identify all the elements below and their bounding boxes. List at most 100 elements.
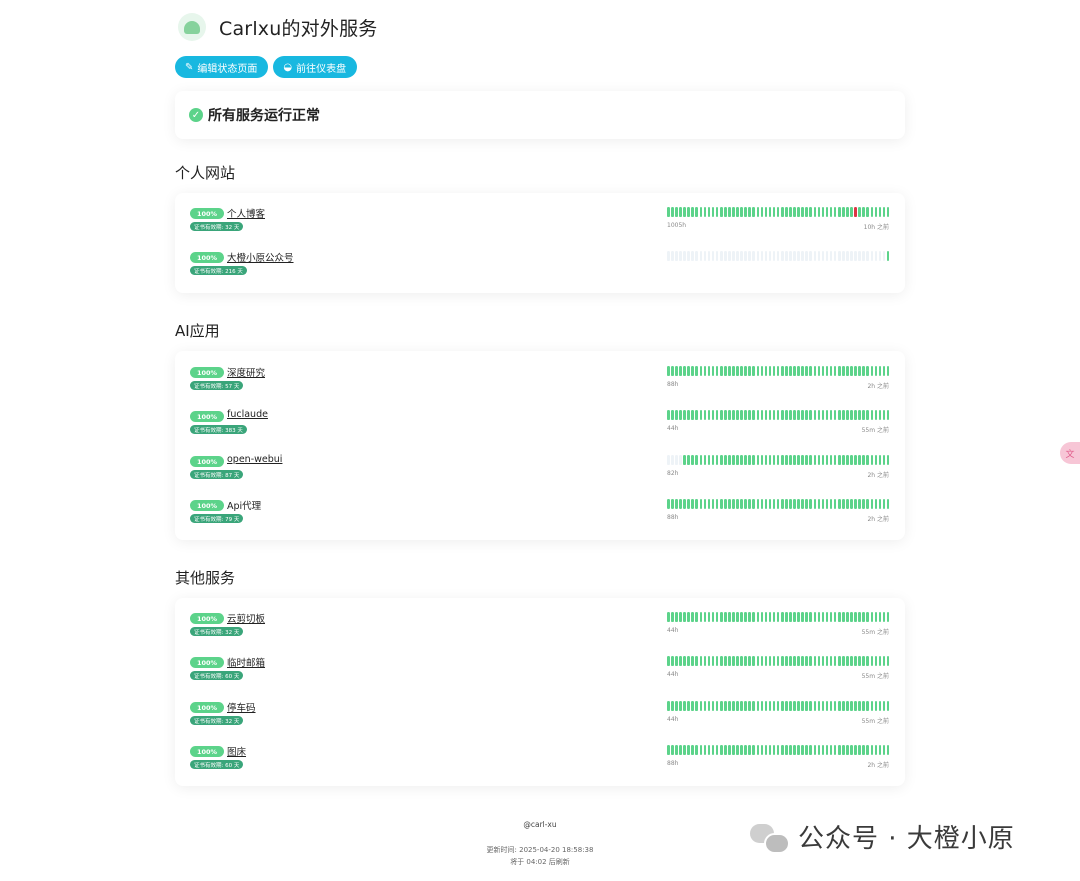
heartbeat-beat[interactable]: [707, 207, 711, 217]
heartbeat-beat[interactable]: [744, 745, 747, 755]
heartbeat-beat[interactable]: [829, 455, 833, 465]
heartbeat-beat[interactable]: [691, 251, 694, 261]
heartbeat-beat[interactable]: [821, 656, 825, 666]
heartbeat-beat[interactable]: [768, 207, 772, 217]
heartbeat-beat[interactable]: [671, 612, 674, 622]
heartbeat-beat[interactable]: [687, 656, 690, 666]
heartbeat-beat[interactable]: [699, 612, 703, 622]
heartbeat-beat[interactable]: [723, 656, 727, 666]
heartbeat-beat[interactable]: [715, 656, 719, 666]
heartbeat-beat[interactable]: [829, 251, 833, 261]
heartbeat-beat[interactable]: [797, 207, 800, 217]
heartbeat-beat[interactable]: [797, 612, 800, 622]
heartbeat-beat[interactable]: [882, 499, 886, 509]
heartbeat-beat[interactable]: [850, 366, 853, 376]
heartbeat-beat[interactable]: [776, 366, 780, 376]
heartbeat-beat[interactable]: [870, 745, 874, 755]
heartbeat-beat[interactable]: [732, 701, 735, 711]
heartbeat-beat[interactable]: [817, 410, 821, 420]
heartbeat-beat[interactable]: [776, 207, 780, 217]
heartbeat-beat[interactable]: [780, 207, 784, 217]
heartbeat-beat[interactable]: [695, 410, 699, 420]
heartbeat-beat[interactable]: [732, 410, 735, 420]
heartbeat-beat[interactable]: [817, 207, 821, 217]
heartbeat-beat[interactable]: [764, 455, 768, 465]
heartbeat-beat[interactable]: [789, 207, 792, 217]
heartbeat-beat[interactable]: [699, 366, 703, 376]
heartbeat-beat[interactable]: [679, 499, 682, 509]
heartbeat-beat[interactable]: [707, 410, 711, 420]
heartbeat-beat[interactable]: [667, 366, 670, 376]
heartbeat-beat[interactable]: [789, 455, 792, 465]
heartbeat-beat[interactable]: [846, 745, 849, 755]
heartbeat-beat[interactable]: [756, 701, 760, 711]
heartbeat-beat[interactable]: [687, 251, 690, 261]
heartbeat-beat[interactable]: [723, 499, 727, 509]
heartbeat-beat[interactable]: [719, 656, 723, 666]
heartbeat-beat[interactable]: [825, 410, 829, 420]
heartbeat-beat[interactable]: [866, 656, 870, 666]
heartbeat-beat[interactable]: [728, 410, 731, 420]
heartbeat-beat[interactable]: [760, 366, 764, 376]
heartbeat-beat[interactable]: [789, 366, 792, 376]
heartbeat-beat[interactable]: [736, 455, 739, 465]
heartbeat-beat[interactable]: [768, 499, 772, 509]
heartbeat-beat[interactable]: [785, 612, 788, 622]
heartbeat-beat[interactable]: [833, 207, 837, 217]
heartbeat-beat[interactable]: [756, 251, 760, 261]
heartbeat-beat[interactable]: [703, 656, 707, 666]
heartbeat-beat[interactable]: [858, 251, 861, 261]
heartbeat-beat[interactable]: [715, 745, 719, 755]
heartbeat-beat[interactable]: [825, 207, 829, 217]
heartbeat-beat[interactable]: [850, 745, 853, 755]
heartbeat-beat[interactable]: [801, 656, 804, 666]
heartbeat-beat[interactable]: [723, 745, 727, 755]
heartbeat-beat[interactable]: [728, 745, 731, 755]
heartbeat-beat[interactable]: [679, 366, 682, 376]
heartbeat-beat[interactable]: [687, 499, 690, 509]
heartbeat-beat[interactable]: [768, 656, 772, 666]
heartbeat-beat[interactable]: [715, 366, 719, 376]
heartbeat-beat[interactable]: [715, 455, 719, 465]
heartbeat-beat[interactable]: [703, 745, 707, 755]
heartbeat-beat[interactable]: [760, 499, 764, 509]
heartbeat-beat[interactable]: [695, 701, 699, 711]
heartbeat-beat[interactable]: [719, 701, 723, 711]
heartbeat-beat[interactable]: [679, 455, 682, 465]
heartbeat-beat[interactable]: [862, 701, 865, 711]
heartbeat-beat[interactable]: [740, 366, 743, 376]
heartbeat-beat[interactable]: [837, 207, 841, 217]
heartbeat-beat[interactable]: [866, 499, 870, 509]
heartbeat-beat[interactable]: [870, 656, 874, 666]
heartbeat-beat[interactable]: [866, 207, 870, 217]
monitor-link[interactable]: open-webui: [227, 454, 282, 465]
heartbeat-beat[interactable]: [789, 410, 792, 420]
heartbeat-beat[interactable]: [833, 745, 837, 755]
heartbeat-beat[interactable]: [687, 612, 690, 622]
heartbeat-beat[interactable]: [829, 366, 833, 376]
heartbeat-beat[interactable]: [728, 499, 731, 509]
heartbeat-beat[interactable]: [878, 366, 882, 376]
heartbeat-beat[interactable]: [764, 207, 768, 217]
heartbeat-beat[interactable]: [683, 455, 686, 465]
heartbeat-beat[interactable]: [756, 455, 760, 465]
heartbeat-beat[interactable]: [813, 410, 817, 420]
heartbeat-beat[interactable]: [752, 656, 756, 666]
heartbeat-beat[interactable]: [695, 612, 699, 622]
heartbeat-beat[interactable]: [740, 207, 743, 217]
heartbeat-beat[interactable]: [886, 745, 890, 755]
heartbeat-beat[interactable]: [675, 701, 678, 711]
heartbeat-beat[interactable]: [752, 251, 756, 261]
heartbeat-beat[interactable]: [711, 207, 715, 217]
heartbeat-beat[interactable]: [842, 499, 845, 509]
heartbeat-beat[interactable]: [687, 410, 690, 420]
heartbeat-beat[interactable]: [846, 656, 849, 666]
heartbeat-beat[interactable]: [886, 656, 890, 666]
heartbeat-beat[interactable]: [813, 207, 817, 217]
heartbeat-beat[interactable]: [772, 251, 776, 261]
heartbeat-beat[interactable]: [837, 455, 841, 465]
heartbeat-beat[interactable]: [854, 251, 857, 261]
heartbeat-beat[interactable]: [801, 745, 804, 755]
heartbeat-beat[interactable]: [748, 455, 751, 465]
heartbeat-beat[interactable]: [882, 455, 886, 465]
